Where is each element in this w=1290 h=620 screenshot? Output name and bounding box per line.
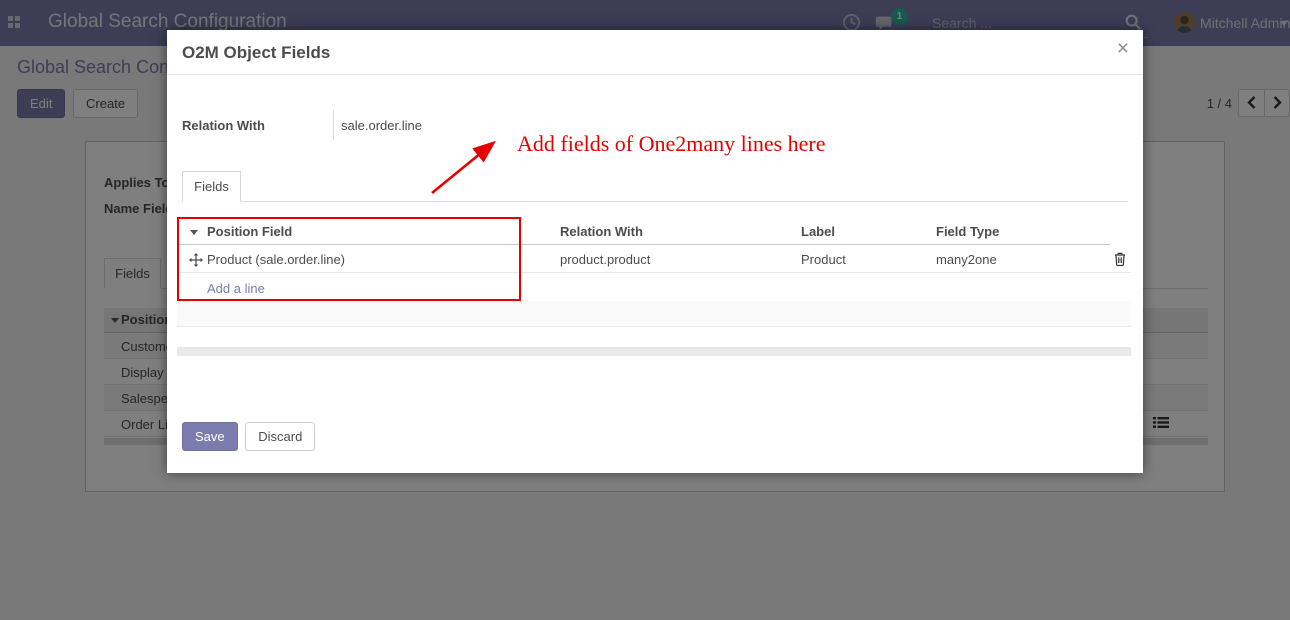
modal-header: O2M Object Fields × — [167, 30, 1143, 75]
app-window: Global Search Configuration 1 — [0, 0, 1290, 620]
drag-handle-icon[interactable] — [189, 253, 203, 270]
cell-position-field: Product (sale.order.line) — [207, 252, 345, 267]
add-a-line-link[interactable]: Add a line — [207, 281, 265, 296]
column-header-label[interactable]: Label — [801, 224, 835, 239]
field-separator — [333, 110, 334, 140]
annotation-text: Add fields of One2many lines here — [517, 131, 826, 157]
empty-table-row — [177, 301, 1131, 327]
cell-field-type: many2one — [936, 252, 997, 267]
trash-icon[interactable] — [1114, 252, 1126, 269]
discard-button[interactable]: Discard — [245, 422, 315, 451]
close-icon[interactable]: × — [1117, 38, 1129, 59]
tabs-divider — [182, 201, 1128, 202]
cell-relation-with: product.product — [560, 252, 650, 267]
column-header-position-field[interactable]: Position Field — [207, 224, 292, 239]
modal-title: O2M Object Fields — [182, 43, 330, 63]
empty-stripe-row — [177, 347, 1131, 356]
table-row[interactable]: Product (sale.order.line) product.produc… — [177, 245, 1131, 273]
tab-fields[interactable]: Fields — [182, 171, 241, 202]
sort-caret-icon — [190, 230, 198, 235]
o2m-object-fields-dialog: O2M Object Fields × Relation With sale.o… — [167, 30, 1143, 473]
annotation-arrow — [422, 133, 512, 203]
save-button[interactable]: Save — [182, 422, 238, 451]
relation-with-label: Relation With — [182, 118, 265, 133]
add-line-row: Add a line — [177, 274, 1131, 301]
relation-with-value: sale.order.line — [341, 118, 422, 133]
cell-label: Product — [801, 252, 846, 267]
column-header-field-type[interactable]: Field Type — [936, 224, 999, 239]
modal-table-header-row: Position Field Relation With Label Field… — [177, 219, 1110, 245]
column-header-relation-with[interactable]: Relation With — [560, 224, 643, 239]
